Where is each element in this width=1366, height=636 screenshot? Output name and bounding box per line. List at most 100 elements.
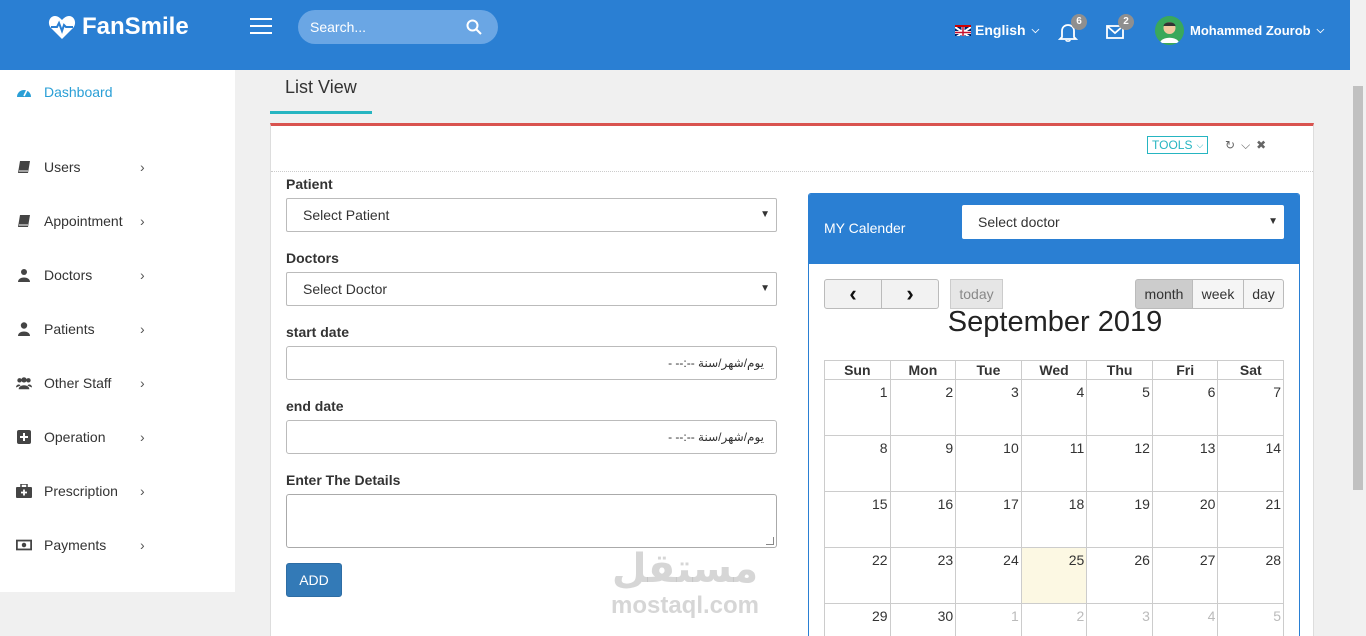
start-date-input[interactable]: - --:-- يوم/شهر/سنة <box>286 346 777 380</box>
sidebar-item-payments[interactable]: Payments › <box>16 537 216 553</box>
brand-name: FanSmile <box>82 13 189 40</box>
month-view-button[interactable]: month <box>1135 279 1193 309</box>
search-bar <box>298 10 498 44</box>
calendar-day-cell[interactable]: 23 <box>890 548 957 604</box>
calendar-day-cell[interactable]: 10 <box>956 436 1022 492</box>
calendar-day-cell[interactable]: 21 <box>1218 492 1285 548</box>
sidebar-item-appointment[interactable]: Appointment › <box>16 213 216 229</box>
content-panel: TOOLS ⌵ ↻ ⌵ ✖ Patient Select Patient ▼ D… <box>270 123 1314 636</box>
top-navbar: FanSmile English ⌵ 6 2 <box>0 0 1350 70</box>
calendar-day-cell[interactable]: 3 <box>1087 604 1153 636</box>
tab-label: List View <box>285 77 357 97</box>
calendar-day-cell[interactable]: 25 <box>1021 548 1088 604</box>
close-icon[interactable]: ✖ <box>1256 138 1266 153</box>
chevron-right-icon: › <box>140 375 145 391</box>
calendar-day-cell[interactable]: 7 <box>1218 380 1285 436</box>
end-date-input[interactable]: - --:-- يوم/شهر/سنة <box>286 420 777 454</box>
calendar-day-cell[interactable]: 26 <box>1087 548 1153 604</box>
sidebar-item-label: Dashboard <box>44 84 113 100</box>
calendar-day-cell[interactable]: 4 <box>1021 380 1088 436</box>
calendar-day-cell[interactable]: 2 <box>890 380 957 436</box>
chevron-right-icon: › <box>140 321 145 337</box>
today-button[interactable]: today <box>950 279 1003 309</box>
end-date-label: end date <box>286 398 344 414</box>
search-input[interactable] <box>298 10 458 44</box>
calendar-widget: MY Calender Select doctor ▼ ‹ › today mo… <box>808 193 1300 636</box>
patient-select[interactable]: Select Patient ▼ <box>286 198 777 232</box>
tab-list-view[interactable]: List View <box>270 70 372 114</box>
refresh-icon[interactable]: ↻ <box>1225 138 1235 153</box>
calendar-day-cell[interactable]: 3 <box>956 380 1022 436</box>
notifications-button[interactable]: 6 <box>1057 14 1087 44</box>
calendar-day-cell[interactable]: 1 <box>825 380 891 436</box>
end-date-value: - --:-- يوم/شهر/سنة <box>668 430 764 444</box>
sidebar-item-label: Users <box>44 159 81 175</box>
chevron-down-icon: ⌵ <box>1031 24 1040 36</box>
scrollbar-thumb[interactable] <box>1353 86 1363 490</box>
chevron-right-icon: › <box>906 281 914 306</box>
chevron-right-icon: › <box>140 483 145 499</box>
tools-button[interactable]: TOOLS ⌵ <box>1147 136 1209 154</box>
sidebar-item-prescription[interactable]: Prescription › <box>16 483 216 499</box>
sidebar-item-dashboard[interactable]: Dashboard <box>16 84 216 100</box>
calendar-day-cell[interactable]: 5 <box>1218 604 1285 636</box>
calendar-day-cell[interactable]: 24 <box>956 548 1022 604</box>
calendar-day-cell[interactable]: 17 <box>956 492 1022 548</box>
patient-select-value: Select Patient <box>303 207 390 223</box>
sidebar-item-other-staff[interactable]: Other Staff › <box>16 375 216 391</box>
language-selector[interactable]: English ⌵ <box>955 22 1039 38</box>
sidebar-item-doctors[interactable]: Doctors › <box>16 267 216 283</box>
patient-label: Patient <box>286 176 333 192</box>
add-button[interactable]: ADD <box>286 563 342 597</box>
details-textarea[interactable] <box>286 494 777 548</box>
calendar-day-cell[interactable]: 19 <box>1087 492 1153 548</box>
calendar-day-cell[interactable]: 20 <box>1152 492 1219 548</box>
calendar-day-cell[interactable]: 8 <box>825 436 891 492</box>
calendar-day-cell[interactable]: 18 <box>1021 492 1088 548</box>
messages-button[interactable]: 2 <box>1105 14 1134 44</box>
calendar-day-cell[interactable]: 14 <box>1218 436 1285 492</box>
resize-handle-icon[interactable] <box>766 537 774 545</box>
calendar-day-cell[interactable]: 1 <box>956 604 1022 636</box>
sidebar-item-patients[interactable]: Patients › <box>16 321 216 337</box>
search-icon[interactable] <box>466 19 482 35</box>
calendar-day-cell[interactable]: 6 <box>1152 380 1219 436</box>
sidebar-item-label: Doctors <box>44 267 93 283</box>
sidebar-item-operation[interactable]: Operation › <box>16 429 216 445</box>
calendar-day-cell[interactable]: 16 <box>890 492 957 548</box>
calendar-day-cell[interactable]: 9 <box>890 436 957 492</box>
user-menu[interactable]: Mohammed Zourob ⌵ <box>1155 16 1324 45</box>
chevron-right-icon: › <box>140 213 145 229</box>
day-view-button[interactable]: day <box>1243 279 1284 309</box>
calendar-day-cell[interactable]: 28 <box>1218 548 1285 604</box>
calendar-day-cell[interactable]: 30 <box>891 604 957 636</box>
calendar-doctor-select-value: Select doctor <box>978 214 1060 230</box>
sidebar-item-label: Operation <box>44 429 106 445</box>
calendar-day-cell[interactable]: 11 <box>1021 436 1088 492</box>
calendar-day-cell[interactable]: 4 <box>1153 604 1219 636</box>
sidebar-item-label: Appointment <box>44 213 123 229</box>
calendar-day-cell[interactable]: 13 <box>1152 436 1219 492</box>
calendar-day-cell[interactable]: 15 <box>825 492 891 548</box>
calendar-day-cell[interactable]: 2 <box>1022 604 1088 636</box>
prev-month-button[interactable]: ‹ <box>824 279 882 309</box>
calendar-month-title: September 2019 <box>947 306 1163 338</box>
calendar-week-row: 8 9 10 11 12 13 14 <box>824 436 1285 492</box>
weekday-header: Thu <box>1087 361 1153 380</box>
weekday-header-row: Sun Mon Tue Wed Thu Fri Sat <box>824 360 1285 380</box>
tab-active-indicator <box>270 111 372 114</box>
calendar-day-cell[interactable]: 22 <box>825 548 891 604</box>
brand-logo[interactable]: FanSmile <box>48 13 189 41</box>
collapse-icon[interactable]: ⌵ <box>1241 138 1250 153</box>
calendar-day-cell[interactable]: 5 <box>1087 380 1153 436</box>
sidebar-item-users[interactable]: Users › <box>16 159 216 175</box>
calendar-day-cell[interactable]: 27 <box>1152 548 1219 604</box>
hamburger-menu-icon[interactable] <box>250 18 272 36</box>
calendar-doctor-select[interactable]: Select doctor ▼ <box>962 205 1284 239</box>
week-view-button[interactable]: week <box>1192 279 1244 309</box>
calendar-day-cell[interactable]: 29 <box>825 604 891 636</box>
calendar-day-cell[interactable]: 12 <box>1087 436 1153 492</box>
doctor-select[interactable]: Select Doctor ▼ <box>286 272 777 306</box>
weekday-header: Wed <box>1021 361 1088 380</box>
next-month-button[interactable]: › <box>881 279 939 309</box>
